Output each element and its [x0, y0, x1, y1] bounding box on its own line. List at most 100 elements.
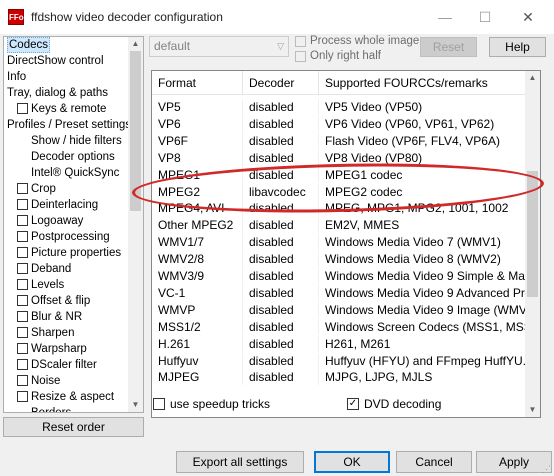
- close-icon[interactable]: ✕: [516, 6, 540, 28]
- nav-item-checkbox[interactable]: [17, 279, 28, 290]
- reset-button[interactable]: Reset: [420, 37, 477, 57]
- scroll-down-icon[interactable]: ▼: [525, 403, 540, 417]
- codec-row[interactable]: WMV2/8 disabled Windows Media Video 8 (WMV…: [152, 251, 527, 268]
- nav-item[interactable]: Warpsharp: [4, 341, 143, 357]
- nav-item-label: Crop: [31, 183, 56, 195]
- ok-button[interactable]: OK: [314, 451, 390, 473]
- nav-item-checkbox[interactable]: [17, 391, 28, 402]
- fourcc-cell: Windows Screen Codecs (MSS1, MSS2): [319, 318, 527, 335]
- codec-row[interactable]: MPEG2 libavcodec MPEG2 codec: [152, 183, 527, 200]
- maximize-icon[interactable]: ☐: [473, 6, 497, 28]
- nav-item-checkbox[interactable]: [17, 263, 28, 274]
- codec-row[interactable]: VP6 disabled VP6 Video (VP60, VP61, VP62): [152, 115, 527, 132]
- nav-item-checkbox[interactable]: [17, 103, 28, 114]
- help-button[interactable]: Help: [489, 37, 546, 57]
- codec-row[interactable]: VP5 disabled VP5 Video (VP50): [152, 99, 527, 115]
- nav-item-checkbox[interactable]: [17, 215, 28, 226]
- nav-item-checkbox[interactable]: [17, 375, 28, 386]
- nav-item[interactable]: DirectShow control: [4, 53, 143, 69]
- codec-list-view[interactable]: Format Decoder Supported FOURCCs/remarks…: [151, 70, 541, 418]
- codec-list-scrollbar[interactable]: ▲ ▼: [525, 71, 540, 417]
- codec-row[interactable]: WMV3/9 disabled Windows Media Video 9 Simp…: [152, 268, 527, 284]
- nav-item[interactable]: Decoder options: [4, 149, 143, 165]
- decoder-cell: disabled: [243, 268, 319, 284]
- codec-row[interactable]: H.261 disabled H261, M261: [152, 335, 527, 352]
- fourcc-column-header[interactable]: Supported FOURCCs/remarks: [319, 71, 527, 95]
- codec-row[interactable]: Huffyuv disabled Huffyuv (HFYU) and FFmpeg…: [152, 352, 527, 369]
- nav-item-checkbox[interactable]: [17, 295, 28, 306]
- nav-item-label: DScaler filter: [31, 359, 97, 371]
- nav-item[interactable]: Show / hide filters: [4, 133, 143, 149]
- nav-item[interactable]: Blur & NR: [4, 309, 143, 325]
- codec-row[interactable]: VC-1 disabled Windows Media Video 9 Advanc…: [152, 284, 527, 301]
- settings-navigation-tree[interactable]: Codecs DirectShow control Info Tray, dialog…: [3, 36, 144, 413]
- nav-item[interactable]: Offset & flip: [4, 293, 143, 309]
- minimize-icon[interactable]: —: [433, 6, 457, 28]
- checkbox-box: [295, 51, 306, 62]
- nav-item[interactable]: DScaler filter: [4, 357, 143, 373]
- decoder-column-header[interactable]: Decoder: [243, 71, 319, 95]
- nav-item-checkbox[interactable]: [17, 231, 28, 242]
- nav-item[interactable]: Resize & aspect: [4, 389, 143, 405]
- ffdshow-app-icon: FFo: [8, 9, 24, 25]
- reset-order-button[interactable]: Reset order: [3, 417, 144, 437]
- preset-value: default: [154, 39, 191, 53]
- nav-item[interactable]: Info: [4, 69, 143, 85]
- nav-item-checkbox[interactable]: [17, 199, 28, 210]
- fourcc-cell: Windows Media Video 7 (WMV1): [319, 234, 527, 251]
- nav-item[interactable]: Postprocessing: [4, 229, 143, 245]
- export-all-settings-button[interactable]: Export all settings: [176, 451, 304, 473]
- scroll-up-icon[interactable]: ▲: [128, 37, 143, 51]
- nav-item-checkbox[interactable]: [17, 359, 28, 370]
- scroll-up-icon[interactable]: ▲: [525, 71, 540, 85]
- format-column-header[interactable]: Format: [152, 71, 243, 95]
- nav-item-label: Sharpen: [31, 327, 75, 339]
- format-cell: WMV1/7: [152, 234, 243, 251]
- nav-item[interactable]: Intel® QuickSync: [4, 165, 143, 181]
- codec-row[interactable]: MPEG1 disabled MPEG1 codec: [152, 166, 527, 183]
- nav-item[interactable]: Logoaway: [4, 213, 143, 229]
- nav-item-checkbox[interactable]: [17, 247, 28, 258]
- codec-row[interactable]: Other MPEG2 disabled EM2V, MMES: [152, 217, 527, 234]
- nav-item[interactable]: Keys & remote: [4, 101, 143, 117]
- process-whole-image-label: Process whole image: [310, 35, 420, 47]
- cancel-button[interactable]: Cancel: [396, 451, 472, 473]
- codec-row[interactable]: MJPEG disabled MJPG, LJPG, MJLS: [152, 369, 527, 386]
- nav-item[interactable]: Sharpen: [4, 325, 143, 341]
- codec-row[interactable]: WMV1/7 disabled Windows Media Video 7 (WMV…: [152, 234, 527, 251]
- nav-item-checkbox[interactable]: [17, 311, 28, 322]
- nav-item[interactable]: Profiles / Preset settings: [4, 117, 143, 133]
- scroll-down-icon[interactable]: ▼: [128, 398, 143, 412]
- nav-scroll-thumb[interactable]: [130, 51, 141, 211]
- nav-item[interactable]: Borders: [4, 405, 143, 413]
- nav-item[interactable]: Levels: [4, 277, 143, 293]
- nav-item-checkbox[interactable]: [17, 183, 28, 194]
- fourcc-cell: VP5 Video (VP50): [319, 99, 527, 115]
- nav-item[interactable]: Tray, dialog & paths: [4, 85, 143, 101]
- resize-grip-icon[interactable]: ⋰: [542, 464, 552, 474]
- format-cell: Other MPEG2: [152, 217, 243, 234]
- nav-item-label: Blur & NR: [31, 311, 83, 323]
- nav-item-checkbox[interactable]: [17, 343, 28, 354]
- nav-item[interactable]: Deinterlacing: [4, 197, 143, 213]
- nav-item-label: Noise: [31, 375, 61, 387]
- nav-item[interactable]: Deband: [4, 261, 143, 277]
- preset-dropdown[interactable]: default ▽: [149, 36, 289, 57]
- codec-row[interactable]: VP6F disabled Flash Video (VP6F, FLV4, VP6…: [152, 132, 527, 149]
- codec-row[interactable]: WMVP disabled Windows Media Video 9 Image …: [152, 301, 527, 318]
- apply-button[interactable]: Apply: [476, 451, 552, 473]
- decoder-cell: disabled: [243, 352, 319, 369]
- nav-item-label: Codecs: [7, 37, 50, 53]
- nav-scrollbar[interactable]: ▲ ▼: [128, 37, 143, 412]
- format-cell: MSS1/2: [152, 318, 243, 335]
- nav-item-label: Borders: [31, 407, 72, 413]
- codec-list-scroll-thumb[interactable]: [527, 171, 538, 297]
- nav-item[interactable]: Picture properties: [4, 245, 143, 261]
- nav-item-checkbox[interactable]: [17, 327, 28, 338]
- codec-row[interactable]: MSS1/2 disabled Windows Screen Codecs (MSS…: [152, 318, 527, 335]
- codec-row[interactable]: VP8 disabled VP8 Video (VP80): [152, 149, 527, 166]
- nav-item[interactable]: Codecs: [4, 37, 143, 53]
- codec-row[interactable]: MPEG4, AVI disabled MPEG, MPG1, MPG2, 1001…: [152, 200, 527, 217]
- nav-item[interactable]: Crop: [4, 181, 143, 197]
- nav-item[interactable]: Noise: [4, 373, 143, 389]
